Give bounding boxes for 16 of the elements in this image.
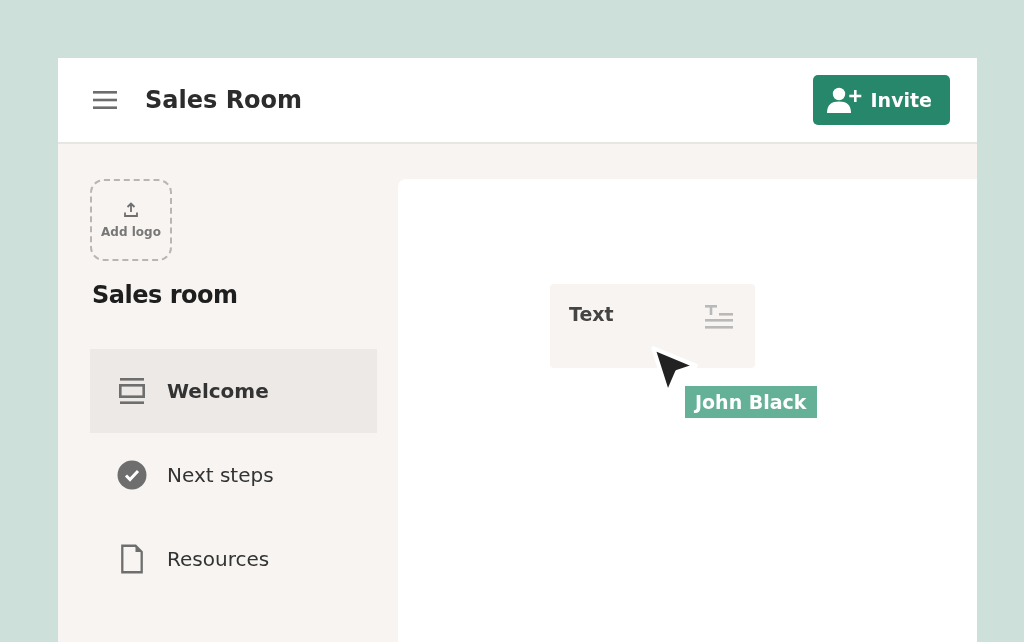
nav-item[interactable]: Resources (90, 517, 377, 601)
menu-icon[interactable] (93, 91, 117, 109)
invite-button[interactable]: Invite (812, 75, 950, 125)
text-block[interactable]: Text (550, 284, 755, 368)
check-circle-icon (117, 460, 147, 490)
user-name-tag: John Black (685, 386, 817, 418)
add-logo-button[interactable]: Add logo (90, 179, 172, 261)
layout-icon (117, 376, 147, 406)
add-person-icon (826, 87, 863, 113)
app-title: Sales Room (145, 86, 303, 114)
room-title: Sales room (92, 281, 239, 309)
upload-icon (123, 201, 139, 218)
nav-item[interactable]: Next steps (90, 433, 377, 517)
nav-item[interactable]: Welcome (90, 349, 377, 433)
text-block-label: Text (569, 303, 614, 325)
text-format-icon (705, 305, 733, 329)
